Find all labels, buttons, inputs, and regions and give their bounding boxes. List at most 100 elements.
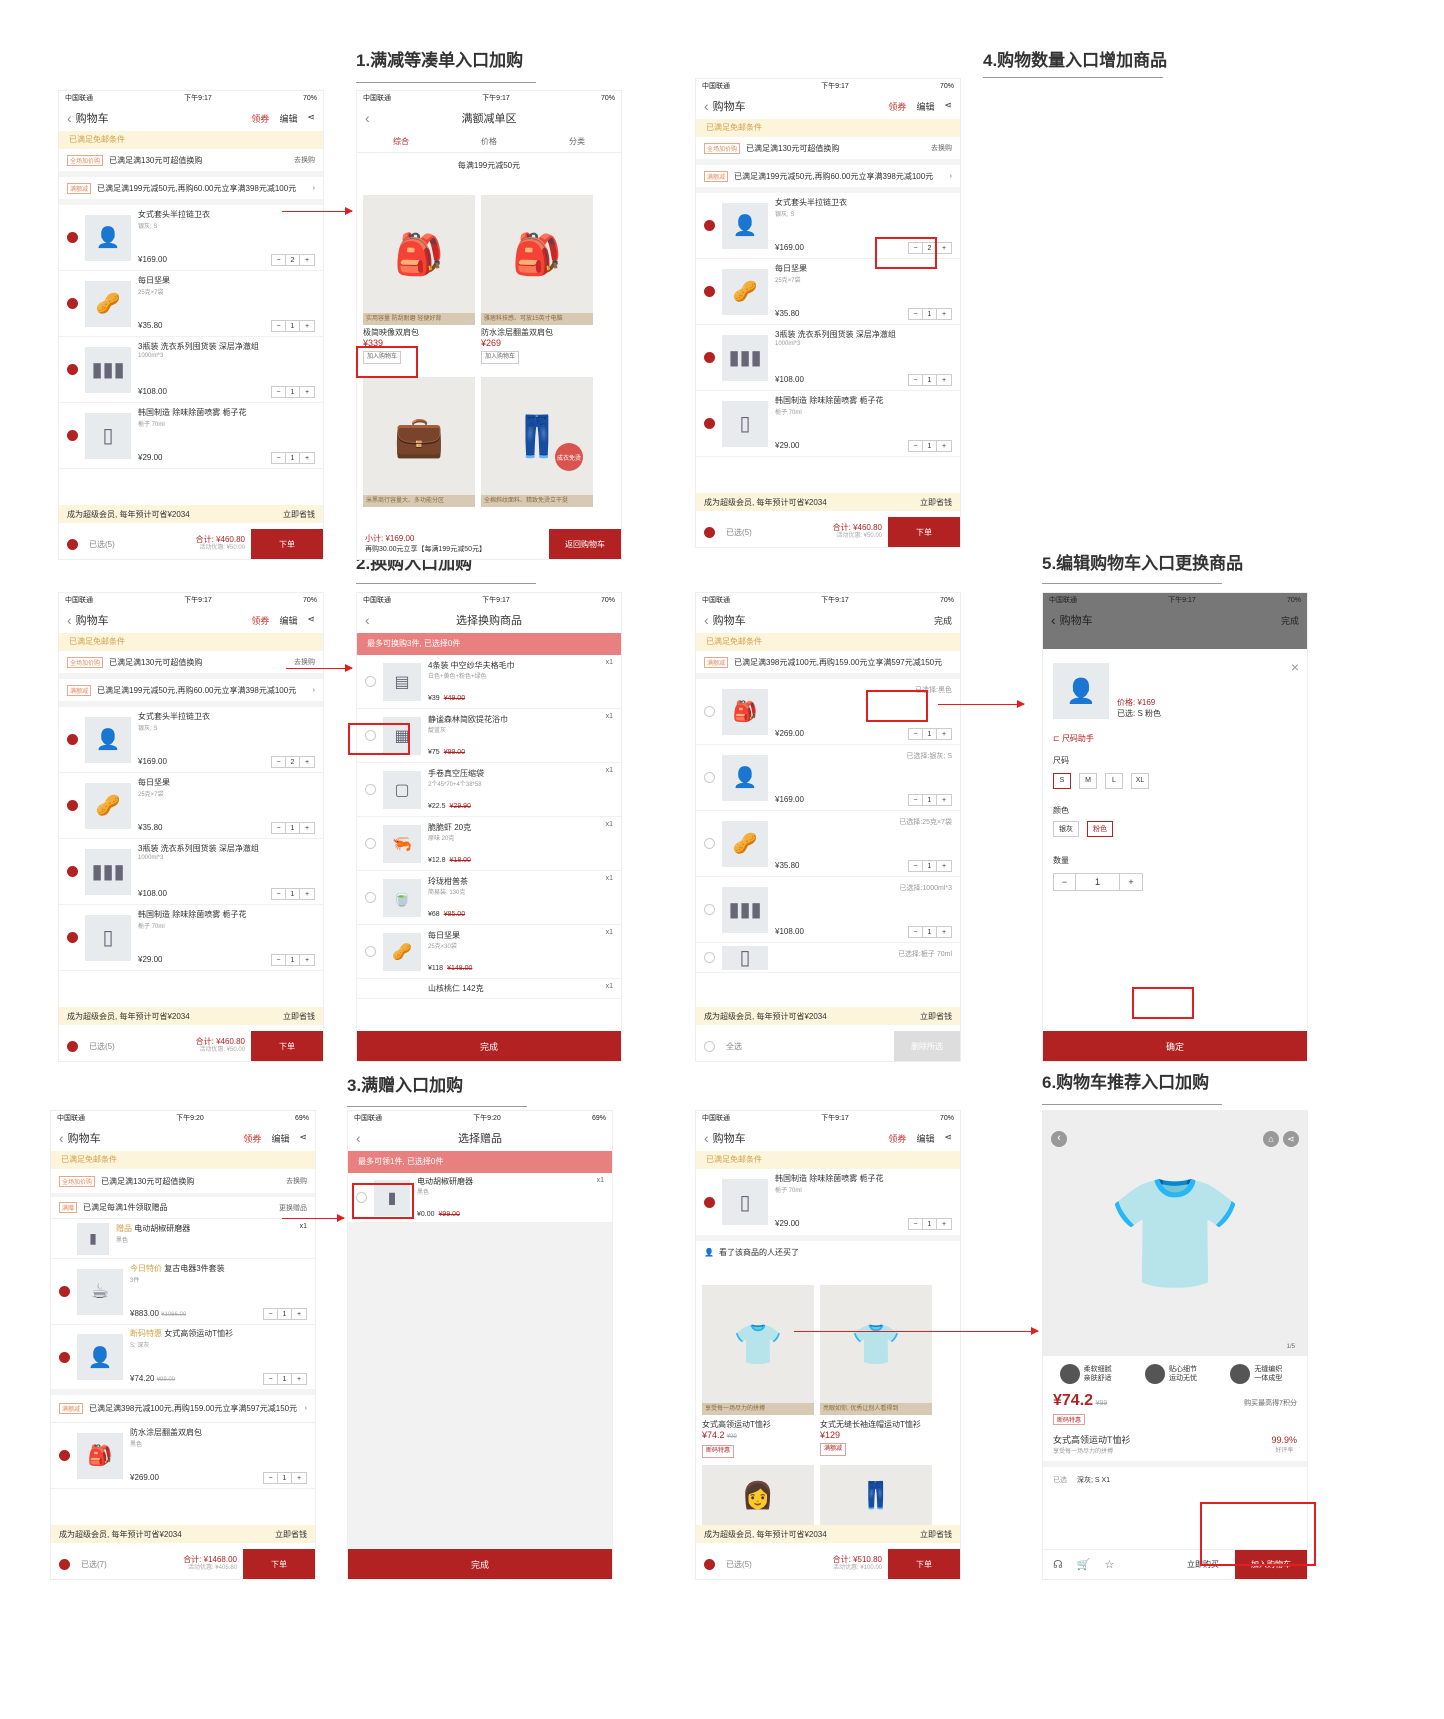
- product-image[interactable]: 👤: [722, 202, 768, 249]
- checkbox[interactable]: [67, 866, 78, 877]
- promo-exchange[interactable]: 全场加价购 已满足满130元可超值换购 去换购: [696, 137, 960, 165]
- size-option[interactable]: S: [1053, 773, 1071, 789]
- quantity-stepper[interactable]: −2 +: [271, 253, 315, 266]
- quantity-stepper[interactable]: −2 +: [271, 755, 315, 768]
- exchange-link[interactable]: 去换购: [294, 657, 315, 667]
- quantity-stepper[interactable]: −1 +: [908, 793, 952, 806]
- spec-row[interactable]: 已选 深灰; S X1: [1043, 1467, 1307, 1493]
- plus-button[interactable]: +: [300, 823, 314, 833]
- vip-link[interactable]: 立即省钱: [283, 1011, 315, 1022]
- color-option[interactable]: 粉色: [1087, 821, 1113, 837]
- quantity-stepper[interactable]: −1 +: [908, 1218, 952, 1230]
- product-image[interactable]: ▯: [722, 945, 768, 970]
- coupon-button[interactable]: 领券: [251, 614, 269, 627]
- quantity-stepper[interactable]: −1 +: [1053, 873, 1143, 891]
- product-image[interactable]: 🥜: [85, 782, 131, 829]
- confirm-button[interactable]: 确定: [1043, 1031, 1307, 1061]
- back-to-cart-button[interactable]: 返回购物车: [549, 529, 621, 559]
- plus-button[interactable]: +: [937, 927, 951, 937]
- radio[interactable]: [365, 784, 376, 795]
- spec-selector[interactable]: 已选择:25克×7袋: [775, 817, 952, 827]
- done-button[interactable]: 完成: [1281, 614, 1299, 627]
- service-icon[interactable]: ☊: [1053, 1558, 1063, 1571]
- minus-button[interactable]: −: [272, 254, 286, 265]
- select-all-checkbox[interactable]: [704, 1040, 715, 1052]
- share-icon[interactable]: ⋖: [307, 112, 315, 125]
- edit-button[interactable]: 编辑: [279, 112, 297, 125]
- product-tile[interactable]: 🎒 雅痞科技感、可放15英寸电脑: [481, 195, 593, 325]
- plus-button[interactable]: +: [937, 441, 951, 451]
- back-icon[interactable]: ‹: [67, 110, 72, 126]
- minus-button[interactable]: −: [272, 888, 286, 899]
- star-icon[interactable]: ☆: [1104, 1558, 1114, 1571]
- plus-button[interactable]: +: [937, 795, 951, 805]
- checkbox[interactable]: [59, 1286, 70, 1297]
- minus-button[interactable]: −: [909, 308, 923, 319]
- product-image[interactable]: ▮: [77, 1222, 109, 1255]
- order-button[interactable]: 下单: [243, 1549, 315, 1579]
- dimmed-overlay[interactable]: 中国联通 下午9:17 70% ‹ 购物车 完成: [1043, 593, 1307, 649]
- product-image[interactable]: ▯: [85, 412, 131, 459]
- product-image[interactable]: 🥜: [722, 268, 768, 315]
- edit-button[interactable]: 编辑: [916, 1132, 934, 1145]
- plus-button[interactable]: +: [300, 889, 314, 899]
- minus-button[interactable]: −: [909, 440, 923, 451]
- vip-bar[interactable]: 成为超级会员, 每年预计可省¥2034 立即省钱: [59, 505, 323, 523]
- recommend-tile[interactable]: 👕 亮眼如你, 优秀让别人看得到: [820, 1285, 932, 1415]
- recommend-tile[interactable]: 👖: [820, 1465, 932, 1525]
- exchange-row[interactable]: 山核桃仁 142克 x1: [357, 979, 621, 999]
- product-image[interactable]: ▮▮▮: [722, 334, 768, 381]
- checkbox[interactable]: [704, 220, 715, 231]
- plus-button[interactable]: +: [937, 375, 951, 385]
- cart-icon[interactable]: 🛒: [1077, 1558, 1091, 1571]
- checkbox[interactable]: [67, 298, 78, 309]
- promo-discount[interactable]: 满额减 已满足满199元减50元,再购60.00元立享满398元减100元 ›: [59, 177, 323, 205]
- minus-button[interactable]: −: [1054, 874, 1076, 890]
- checkbox[interactable]: [704, 772, 715, 783]
- checkbox[interactable]: [67, 364, 78, 375]
- minus-button[interactable]: −: [909, 728, 923, 739]
- product-image[interactable]: ▯: [85, 914, 131, 961]
- share-icon[interactable]: ⋖: [944, 100, 952, 113]
- change-gift-link[interactable]: 更换赠品: [279, 1203, 307, 1213]
- plus-button[interactable]: +: [300, 321, 314, 331]
- quantity-stepper[interactable]: −1 +: [271, 821, 315, 834]
- exchange-row[interactable]: ▢ 手卷真空压缩袋 2个45*70+4个38*58 ¥22.5 ¥29.90 x1: [357, 763, 621, 817]
- order-button[interactable]: 下单: [251, 1031, 323, 1061]
- quantity-stepper[interactable]: −1 +: [271, 887, 315, 900]
- minus-button[interactable]: −: [909, 1219, 923, 1229]
- product-image[interactable]: ☕: [77, 1268, 123, 1315]
- size-option[interactable]: XL: [1131, 773, 1149, 789]
- select-all-checkbox[interactable]: [704, 1558, 715, 1570]
- share-icon[interactable]: ⋖: [944, 1132, 952, 1145]
- checkbox[interactable]: [704, 952, 715, 963]
- minus-button[interactable]: −: [272, 452, 286, 463]
- tab-overall[interactable]: 综合: [393, 136, 409, 147]
- radio[interactable]: [365, 838, 376, 849]
- coupon-button[interactable]: 领券: [251, 112, 269, 125]
- promo-discount[interactable]: 满额减 已满足满398元减100元,再购159.00元立享满597元减150元 ›: [51, 1395, 315, 1423]
- done-button[interactable]: 完成: [934, 614, 952, 627]
- promo-discount[interactable]: 满额减 已满足满199元减50元,再购60.00元立享满398元减100元 ›: [696, 165, 960, 193]
- plus-button[interactable]: +: [300, 955, 314, 965]
- rating[interactable]: 99.9% 好评率: [1271, 1435, 1297, 1454]
- checkbox[interactable]: [704, 352, 715, 363]
- product-image[interactable]: 🎒: [77, 1432, 123, 1479]
- plus-button[interactable]: +: [937, 243, 951, 253]
- promo-exchange[interactable]: 全场加价购 已满足满130元可超值换购 去换购: [59, 651, 323, 679]
- size-help-link[interactable]: ⊏ 尺码助手: [1053, 733, 1094, 744]
- minus-button[interactable]: −: [272, 386, 286, 397]
- order-button[interactable]: 下单: [251, 529, 323, 559]
- promo-discount[interactable]: 满额减 已满足满199元减50元,再购60.00元立享满398元减100元 ›: [59, 679, 323, 707]
- promo-exchange[interactable]: 全场加价购 已满足满130元可超值换购 去换购: [59, 149, 323, 177]
- minus-button[interactable]: −: [264, 1472, 278, 1483]
- recommend-tile[interactable]: 👩: [702, 1465, 814, 1525]
- checkbox[interactable]: [67, 734, 78, 745]
- quantity-stepper[interactable]: −1 +: [908, 307, 952, 320]
- select-all-checkbox[interactable]: [67, 538, 78, 550]
- exchange-link[interactable]: 去换购: [931, 143, 952, 153]
- checkbox[interactable]: [704, 838, 715, 849]
- spec-selector[interactable]: 已选择:栀子 70ml: [775, 949, 952, 959]
- minus-button[interactable]: −: [264, 1374, 278, 1384]
- minus-button[interactable]: −: [264, 1308, 278, 1319]
